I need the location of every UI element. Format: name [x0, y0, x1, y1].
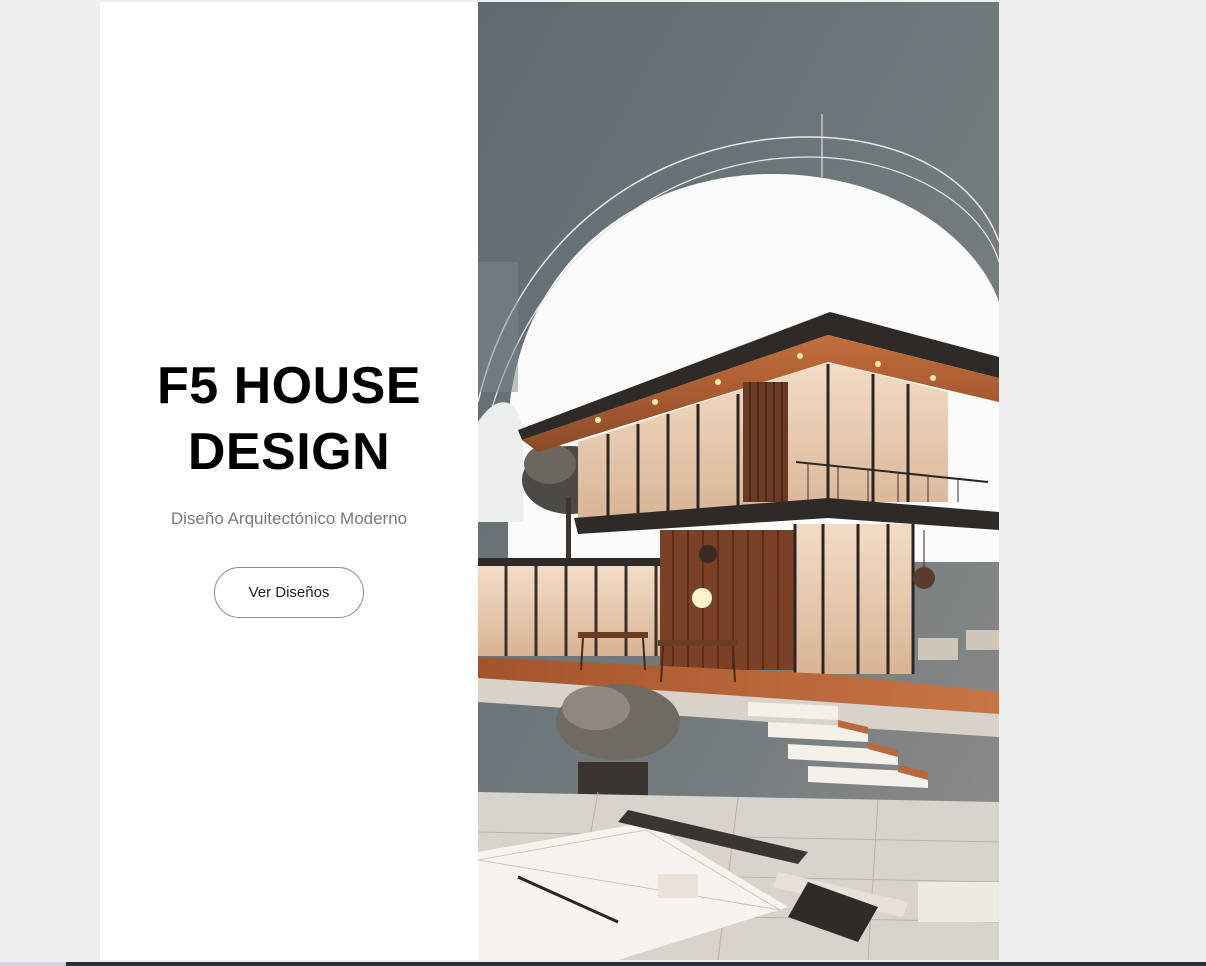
hero-text-panel: F5 HOUSE DESIGN Diseño Arquitectónico Mo…: [100, 2, 478, 960]
hero-subtitle: Diseño Arquitectónico Moderno: [170, 508, 408, 528]
hero-title: F5 HOUSE DESIGN: [156, 356, 422, 481]
view-designs-button[interactable]: Ver Diseños: [214, 566, 364, 618]
hero-image-panel: [478, 2, 999, 960]
modern-house-illustration: [478, 2, 999, 960]
bottom-taskbar-tab: [0, 962, 66, 966]
landing-page: F5 HOUSE DESIGN Diseño Arquitectónico Mo…: [100, 2, 999, 960]
bottom-taskbar-strip: [0, 962, 1206, 966]
